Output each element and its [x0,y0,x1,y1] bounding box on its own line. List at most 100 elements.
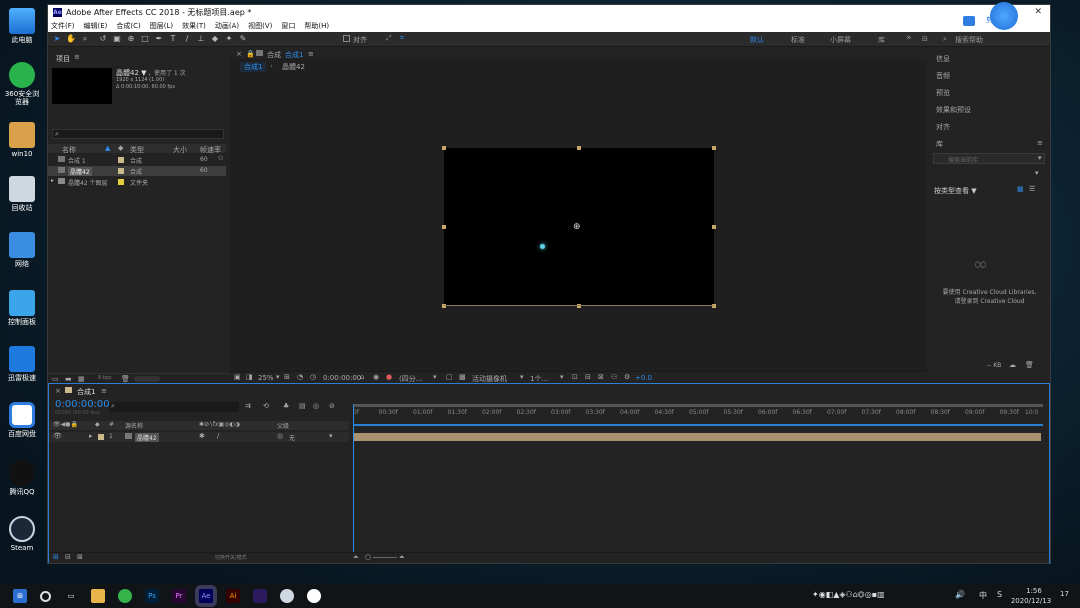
project-row[interactable]: ▸ 晶體42 个图层 文件夹 [48,177,226,187]
label-color-swatch[interactable] [118,179,124,185]
anchor-point-icon[interactable]: ⊕ [573,222,581,232]
clock-time[interactable]: 1:56 [1014,587,1054,595]
snapshot-icon[interactable]: ⌂ [360,373,364,381]
menu-composition[interactable]: 合成(C) [116,21,140,31]
desktop-icon-recycle-bin[interactable]: 回收站 [2,176,42,212]
breadcrumb-item-crystal[interactable]: 晶體42 [282,62,305,72]
flowchart-icon[interactable]: ⚇ [218,155,223,162]
layer-switches-icon[interactable]: ⊞ [53,553,59,561]
help-search-input[interactable]: 搜索帮助 [955,35,983,45]
settings-gear-icon[interactable] [280,589,294,603]
layer-duration-bar[interactable] [353,433,1041,441]
library-view-select[interactable]: 按类型查看 ▼ [934,186,977,196]
close-window-button[interactable]: ✕ [1034,7,1042,17]
layer-name[interactable]: 晶體42 [135,433,159,442]
menu-effect[interactable]: 效果(T) [182,21,206,31]
toggle-switches-modes[interactable]: 切换开关/模式 [215,554,247,561]
desktop-icon-control-panel[interactable]: 控制面板 [2,290,42,326]
motion-blur-icon[interactable]: ◎ [313,402,319,410]
eraser-tool-icon[interactable]: ◆ [210,34,220,44]
menu-animation[interactable]: 动画(A) [215,21,239,31]
zoom-slider-handle[interactable]: ○ [365,553,371,561]
breadcrumb-item-comp1[interactable]: 合成1 [240,62,267,72]
camera-tool-icon[interactable]: ▣ [112,34,122,44]
chevron-down-icon[interactable]: ▾ [1035,169,1039,177]
floating-ball-icon[interactable] [990,2,1018,30]
color-channel-icon[interactable]: ● [386,373,392,381]
time-ruler[interactable]: 0f 00:30f 01:00f 01:30f 02:00f 02:30f 03:00f 03… [353,404,1043,420]
rotate-tool-icon[interactable]: ↺ [98,34,108,44]
info-panel-header[interactable]: 信息 [936,54,950,64]
ime-mode-indicator[interactable]: S [997,590,1002,599]
timecode-icon[interactable]: ◷ [310,373,316,381]
column-source-name[interactable]: 源名称 [125,421,143,430]
ime-indicator[interactable]: 中 [979,590,987,601]
zoom-in-icon[interactable]: ⏶ [399,553,405,562]
audio-panel-header[interactable]: 音频 [936,71,950,81]
clock-date[interactable]: 2020/12/13 [1006,597,1056,605]
composition-canvas[interactable]: ⊕ [442,146,716,308]
draft-3d-icon[interactable]: ⟲ [263,402,269,410]
chevron-down-icon[interactable]: ▾ [520,373,524,381]
av-features-icon[interactable]: 👁◀●🔒 [53,421,78,428]
notification-count[interactable]: 17 [1060,590,1069,598]
bounding-handle[interactable] [442,225,446,229]
column-type[interactable]: 类型 [130,145,144,155]
selection-tool-icon[interactable]: ➤ [52,34,62,44]
preview-panel-header[interactable]: 预览 [936,88,950,98]
feather-app-icon[interactable] [307,589,321,603]
flowchart-icon[interactable]: ⚇ [611,373,617,381]
browser-360-icon[interactable] [118,589,132,603]
comp-mini-flowchart-icon[interactable]: ⇉ [245,402,251,410]
volume-icon[interactable]: 🔊 [955,590,965,599]
taskbar-app-after-effects[interactable]: Ae [195,585,217,607]
library-search-input[interactable]: 搜索当前库 ▾ [933,153,1045,164]
delete-icon[interactable]: 🗑 [1025,361,1034,369]
visibility-eye-icon[interactable]: 👁 [53,432,62,440]
panel-menu-icon[interactable]: ≡ [101,387,107,395]
snap-checkbox[interactable] [343,35,350,42]
roto-brush-tool-icon[interactable]: ✦ [224,34,234,44]
timeline-tab-name[interactable]: 合成1 [77,387,95,397]
chevron-down-icon[interactable]: ▾ [433,373,437,381]
desktop-icon-steam[interactable]: Steam [2,516,42,552]
column-parent[interactable]: 父级 [277,421,289,430]
toggle-pixel-aspect-icon[interactable]: ⊡ [572,373,578,381]
tray-icons[interactable]: ✦◉◧▲◈⚇⌂⏣◎▪▥ [812,590,885,599]
in-out-icon[interactable]: ⊠ [77,553,83,561]
label-color-swatch[interactable] [118,168,124,174]
new-folder-icon[interactable]: ▬ [65,375,72,383]
new-composition-icon[interactable]: ▦ [78,375,85,383]
taskbar-app-premiere[interactable]: Pr [172,589,186,603]
clone-stamp-tool-icon[interactable]: ⊥ [196,34,206,44]
snap-toggle-icon[interactable]: ⌗ [400,34,404,43]
type-tool-icon[interactable]: T [168,34,178,44]
list-view-icon[interactable]: ☰ [1029,185,1035,193]
roi-icon[interactable]: ▢ [446,373,453,381]
chevron-down-icon[interactable]: ▾ [1038,154,1042,162]
lock-icon[interactable]: 🔒 [246,50,255,58]
label-color-swatch[interactable] [118,157,124,163]
layer-row[interactable]: 👁 ▸ 1 晶體42 ✱ ∕ ◎ 无 ▾ [49,432,349,442]
thumbnail-size-slider[interactable] [134,376,160,382]
project-panel-title[interactable]: 项目 [56,54,70,64]
start-windows-icon[interactable]: ⊞ [13,589,27,603]
column-name[interactable]: 名称 [62,145,76,155]
workspace-more-button[interactable]: » [906,33,912,43]
comp-tab-label[interactable]: 合成 [267,50,281,60]
frame-blending-icon[interactable]: ▤ [299,402,306,410]
timeline-search-input[interactable]: ⌕ [109,402,239,412]
desktop-icon-network[interactable]: 网络 [2,232,42,268]
zoom-slider[interactable] [373,557,397,558]
timeline-toggle-icon[interactable]: ⊠ [598,373,604,381]
fast-preview-icon[interactable]: ⊟ [585,373,591,381]
current-time-indicator[interactable] [353,404,354,562]
puppet-tool-icon[interactable]: ✎ [238,34,248,44]
transfer-controls-icon[interactable]: ⊟ [65,553,71,561]
file-explorer-icon[interactable] [91,589,105,603]
graph-editor-icon[interactable]: ⊘ [329,402,335,410]
bounding-handle[interactable] [442,146,446,150]
desktop-icon-360-browser[interactable]: 360安全浏览器 [2,62,42,106]
bounding-handle[interactable] [712,146,716,150]
desktop-icon-qq[interactable]: 腾讯QQ [2,460,42,496]
